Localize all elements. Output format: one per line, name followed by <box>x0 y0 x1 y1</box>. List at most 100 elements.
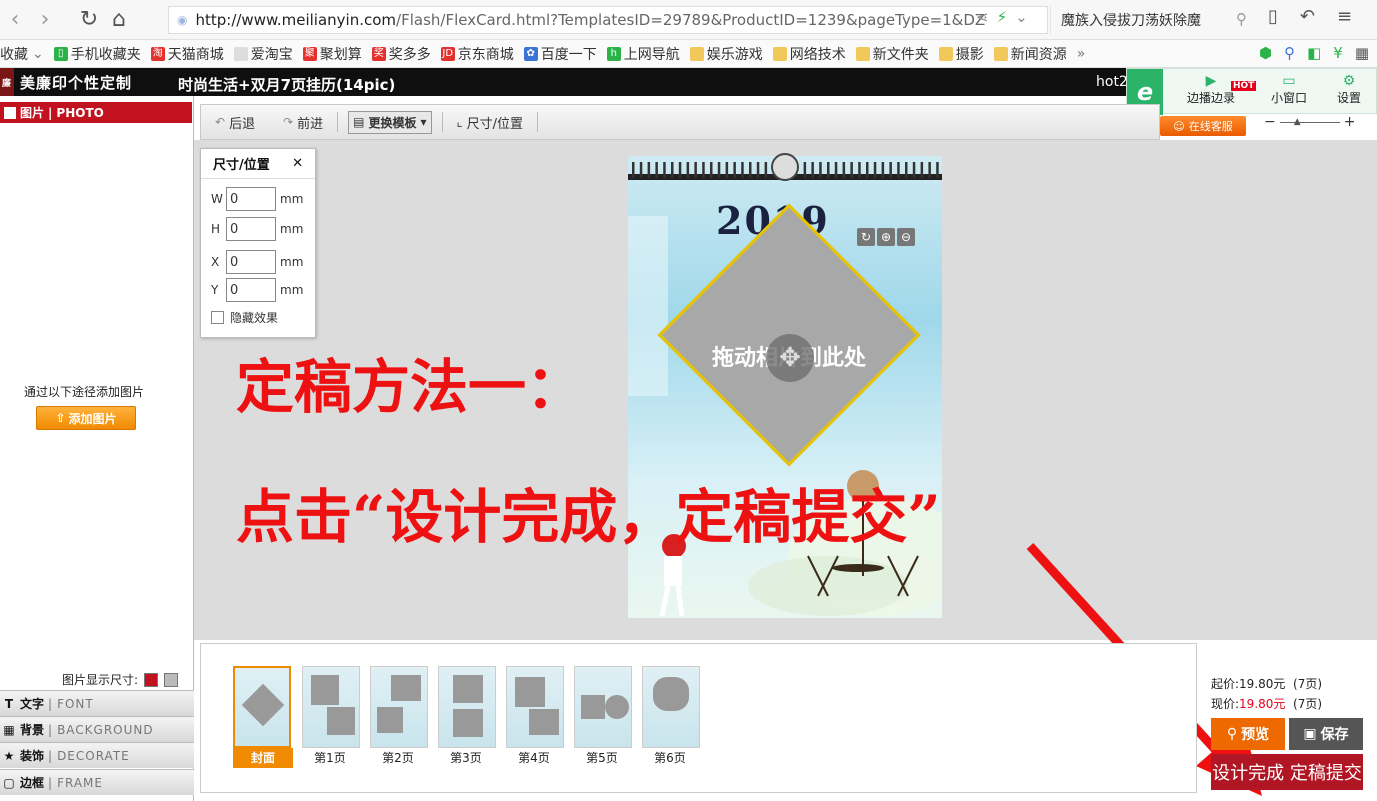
undo-icon: ↶ <box>215 115 226 129</box>
back-arrow-icon[interactable]: ‹ <box>0 0 30 40</box>
bookmark-item[interactable]: h 上网导航 <box>606 44 680 64</box>
thumbnail-page[interactable] <box>302 666 360 748</box>
bookmark-item[interactable]: 摄影 <box>938 44 984 64</box>
y-row: Y 0 mm <box>211 278 303 302</box>
home-icon[interactable]: ⌂ <box>104 0 134 40</box>
lightning-icon[interactable]: ⚡ <box>997 8 1008 26</box>
thumbnail-page[interactable] <box>506 666 564 748</box>
binding-ring <box>647 162 651 178</box>
undo-icon[interactable]: ↶ <box>1300 6 1315 27</box>
binding-ring <box>756 162 760 178</box>
binding-ring <box>702 162 705 178</box>
menu-icon[interactable]: ≡ <box>1337 6 1352 27</box>
tab-decorate[interactable]: ★ 装饰 | DECORATE <box>0 742 194 768</box>
binding-ring <box>741 162 744 178</box>
thumbnail-page[interactable] <box>438 666 496 748</box>
search-icon[interactable]: ⚲ <box>1284 44 1295 62</box>
settings-button[interactable]: ⚙ 设置 <box>1337 73 1361 106</box>
bookmark-item[interactable]: 网络技术 <box>772 44 846 64</box>
zoom-slider[interactable]: − ▲ + <box>1264 114 1355 130</box>
thumbnail-page[interactable] <box>642 666 700 748</box>
tab-photo[interactable]: 图片 | PHOTO <box>0 102 192 123</box>
bookmark-item[interactable]: 收藏 ⌄ <box>0 44 44 64</box>
grid-icon[interactable]: ▦ <box>1355 44 1369 62</box>
zoom-in-icon[interactable]: + <box>1344 114 1356 130</box>
bookmark-item[interactable]: 新文件夹 <box>855 44 929 64</box>
forward-arrow-icon[interactable]: › <box>30 0 60 40</box>
star-icon: ★ <box>3 748 15 763</box>
mini-window-button[interactable]: ▭ 小窗口 <box>1271 73 1307 106</box>
phone-icon[interactable]: ▯ <box>1268 6 1278 27</box>
zoom-track[interactable]: ▲ <box>1279 117 1340 127</box>
thumbnail-label[interactable]: 第4页 <box>504 748 564 768</box>
reload-icon[interactable]: ↻ <box>74 0 104 40</box>
thumbnail-label[interactable]: 第5页 <box>572 748 632 768</box>
undo-button[interactable]: ↶ 后退 <box>201 113 269 132</box>
bookmark-item[interactable]: 娱乐游戏 <box>689 44 763 64</box>
chevron-down-icon[interactable]: ⌄ <box>1015 8 1028 26</box>
hide-effect-checkbox[interactable]: 隐藏效果 <box>211 309 278 326</box>
bookmark-item[interactable]: 奖奖多多 <box>371 44 431 64</box>
bookmark-item[interactable]: JD 京东商城 <box>440 44 514 64</box>
save-button[interactable]: ▣ 保存 <box>1289 718 1363 750</box>
rotate-icon[interactable]: ↻ <box>857 228 875 246</box>
bookmark-item[interactable]: 爱淘宝 <box>233 44 293 64</box>
submit-design-button[interactable]: 设计完成 定稿提交 <box>1211 754 1363 790</box>
checkbox-box[interactable] <box>211 311 224 324</box>
annotation-line-1: 定稿方法一： <box>236 353 585 421</box>
width-input[interactable]: 0 <box>226 187 276 211</box>
online-service-button[interactable]: ☺ 在线客服 <box>1160 116 1246 136</box>
tab-background[interactable]: ▦ 背景 | BACKGROUND <box>0 716 194 742</box>
toolbar-divider <box>337 112 339 132</box>
url-input[interactable]: ◉ http://www.meilianyin.com /Flash/FlexC… <box>168 6 1048 34</box>
bookmarks-bar: 收藏 ⌄ ▯ 手机收藏夹 淘天猫商城 爱淘宝 聚聚划算 奖奖多多 JD 京东商城 ✿ 百… <box>0 40 1377 68</box>
x-input[interactable]: 0 <box>226 250 276 274</box>
size-position-button[interactable]: ⌞ 尺寸/位置 <box>443 113 537 132</box>
bookmark-item[interactable]: ✿ 百度一下 <box>523 44 597 64</box>
hao-icon: h <box>606 46 621 61</box>
jd-icon: JD <box>440 46 455 61</box>
add-photo-button[interactable]: ⇧ 添加图片 <box>36 406 136 430</box>
tab-frame[interactable]: ▢ 边框 | FRAME <box>0 769 194 795</box>
large-photo-icon[interactable] <box>144 672 159 687</box>
tab-font[interactable]: T 文字 | FONT <box>0 690 194 716</box>
bookmark-item[interactable]: 淘天猫商城 <box>150 44 224 64</box>
folder-icon <box>855 46 870 61</box>
move-icon[interactable]: ✥ <box>766 334 814 382</box>
thumbnail-label[interactable]: 封面 <box>233 748 293 768</box>
redo-button[interactable]: ↷ 前进 <box>269 113 337 132</box>
folder-icon <box>772 46 787 61</box>
zoom-out-icon[interactable]: ⊖ <box>897 228 915 246</box>
extension-icon[interactable]: ⬢ <box>1259 44 1272 62</box>
width-row: W 0 mm <box>211 187 303 211</box>
thumbnail-label[interactable]: 第3页 <box>436 748 496 768</box>
thumbnail-label[interactable]: 第1页 <box>300 748 360 768</box>
binding-ring <box>663 162 666 178</box>
preview-button[interactable]: ⚲ 预览 <box>1211 718 1285 750</box>
zoom-out-icon[interactable]: − <box>1264 114 1276 130</box>
search-input[interactable]: 魔族入侵拔刀荡妖除魔 ⚲ <box>1050 6 1255 34</box>
zoom-knob[interactable]: ▲ <box>1294 117 1301 127</box>
search-icon[interactable]: ⚲ <box>1236 10 1247 28</box>
binding-ring <box>639 162 643 178</box>
live-record-button[interactable]: ▶ 边播边录 <box>1187 73 1235 106</box>
zoom-in-icon[interactable]: ⊕ <box>877 228 895 246</box>
y-input[interactable]: 0 <box>226 278 276 302</box>
bookmark-item[interactable]: ▯ 手机收藏夹 <box>53 44 141 64</box>
close-icon[interactable]: ✕ <box>292 156 303 171</box>
thumbnail-page[interactable] <box>370 666 428 748</box>
thumbnail-page[interactable] <box>574 666 632 748</box>
thumbnail-cover[interactable] <box>233 666 291 748</box>
bookmark-item[interactable]: 聚聚划算 <box>302 44 362 64</box>
share-icon[interactable]: ⋖ <box>976 8 989 26</box>
thumbnail-label[interactable]: 第2页 <box>368 748 428 768</box>
more-bookmarks-icon[interactable]: » <box>1077 46 1086 62</box>
small-photo-icon[interactable] <box>164 672 179 687</box>
bookmark-item[interactable]: 新闻资源 <box>993 44 1067 64</box>
game-icon[interactable]: ◧ <box>1307 44 1321 62</box>
panel-header: 尺寸/位置 ✕ <box>201 149 315 179</box>
height-input[interactable]: 0 <box>226 217 276 241</box>
change-template-button[interactable]: ▤ 更换模板 ▾ <box>348 110 432 134</box>
yen-icon[interactable]: ¥ <box>1333 44 1343 62</box>
thumbnail-label[interactable]: 第6页 <box>640 748 700 768</box>
